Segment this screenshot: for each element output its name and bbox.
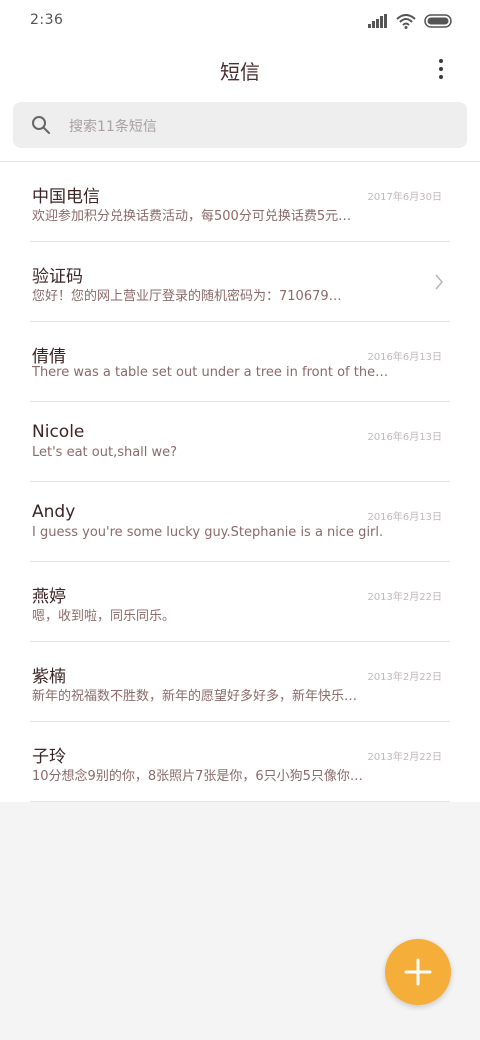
status-bar: 2:36 xyxy=(0,0,480,42)
status-icons xyxy=(368,12,454,30)
message-preview: 嗯，收到啦，同乐同乐。 xyxy=(32,609,176,624)
message-date: 2013年2月22日 xyxy=(367,592,442,603)
battery-icon xyxy=(424,14,452,28)
compose-button[interactable] xyxy=(385,939,451,1005)
contact-name: 燕婷 xyxy=(32,587,66,607)
contact-name: Andy xyxy=(32,502,76,522)
conversation-row[interactable]: 倩倩 2016年6月13日 There was a table set out … xyxy=(0,322,480,402)
conversation-row[interactable]: 中国电信 2017年6月30日 欢迎参加积分兑换话费活动，每500分可兑换话费5… xyxy=(0,162,480,242)
message-date: 2016年6月13日 xyxy=(367,352,442,363)
message-date: 2013年2月22日 xyxy=(367,672,442,683)
message-preview: 您好！您的网上营业厅登录的随机密码为：710679… xyxy=(32,289,342,304)
plus-icon xyxy=(404,958,432,986)
search-icon xyxy=(32,116,50,134)
status-time: 2:36 xyxy=(30,12,64,28)
wifi-icon xyxy=(396,13,416,29)
conversation-list: 中国电信 2017年6月30日 欢迎参加积分兑换话费活动，每500分可兑换话费5… xyxy=(0,162,480,802)
chevron-right-icon xyxy=(435,274,443,290)
signal-icon xyxy=(368,14,387,28)
app-bar: 短信 xyxy=(0,42,480,98)
contact-name: 紫楠 xyxy=(32,667,66,687)
message-preview: 欢迎参加积分兑换话费活动，每500分可兑换话费5元… xyxy=(32,209,352,224)
search-section: 搜索11条短信 xyxy=(0,98,480,162)
message-preview: I guess you're some lucky guy.Stephanie … xyxy=(32,525,384,540)
message-date: 2013年2月22日 xyxy=(367,752,442,763)
contact-name: 验证码 xyxy=(32,267,83,287)
message-date: 2016年6月13日 xyxy=(367,512,442,523)
conversation-row[interactable]: 燕婷 2013年2月22日 嗯，收到啦，同乐同乐。 xyxy=(0,562,480,642)
conversation-row[interactable]: 紫楠 2013年2月22日 新年的祝福数不胜数，新年的愿望好多好多，新年快乐… xyxy=(0,642,480,722)
page-title: 短信 xyxy=(220,60,260,84)
search-input[interactable]: 搜索11条短信 xyxy=(13,102,467,148)
message-preview: 新年的祝福数不胜数，新年的愿望好多好多，新年快乐… xyxy=(32,689,358,704)
conversation-row[interactable]: 子玲 2013年2月22日 10分想念9别的你，8张照片7张是你，6只小狗5只像… xyxy=(0,722,480,802)
message-date: 2016年6月13日 xyxy=(367,432,442,443)
contact-name: 中国电信 xyxy=(32,187,100,207)
message-preview: Let's eat out,shall we? xyxy=(32,445,178,460)
search-placeholder: 搜索11条短信 xyxy=(69,119,157,135)
conversation-row[interactable]: 验证码 您好！您的网上营业厅登录的随机密码为：710679… xyxy=(0,242,480,322)
conversation-row[interactable]: Andy 2016年6月13日 I guess you're some luck… xyxy=(0,482,480,562)
contact-name: 倩倩 xyxy=(32,347,66,367)
message-preview: There was a table set out under a tree i… xyxy=(32,365,392,380)
message-date: 2017年6月30日 xyxy=(367,192,442,203)
message-preview: 10分想念9别的你，8张照片7张是你，6只小狗5只像你… xyxy=(32,769,363,784)
more-vertical-icon[interactable] xyxy=(426,54,456,84)
conversation-row[interactable]: Nicole 2016年6月13日 Let's eat out,shall we… xyxy=(0,402,480,482)
contact-name: 子玲 xyxy=(32,747,66,767)
contact-name: Nicole xyxy=(32,422,85,442)
